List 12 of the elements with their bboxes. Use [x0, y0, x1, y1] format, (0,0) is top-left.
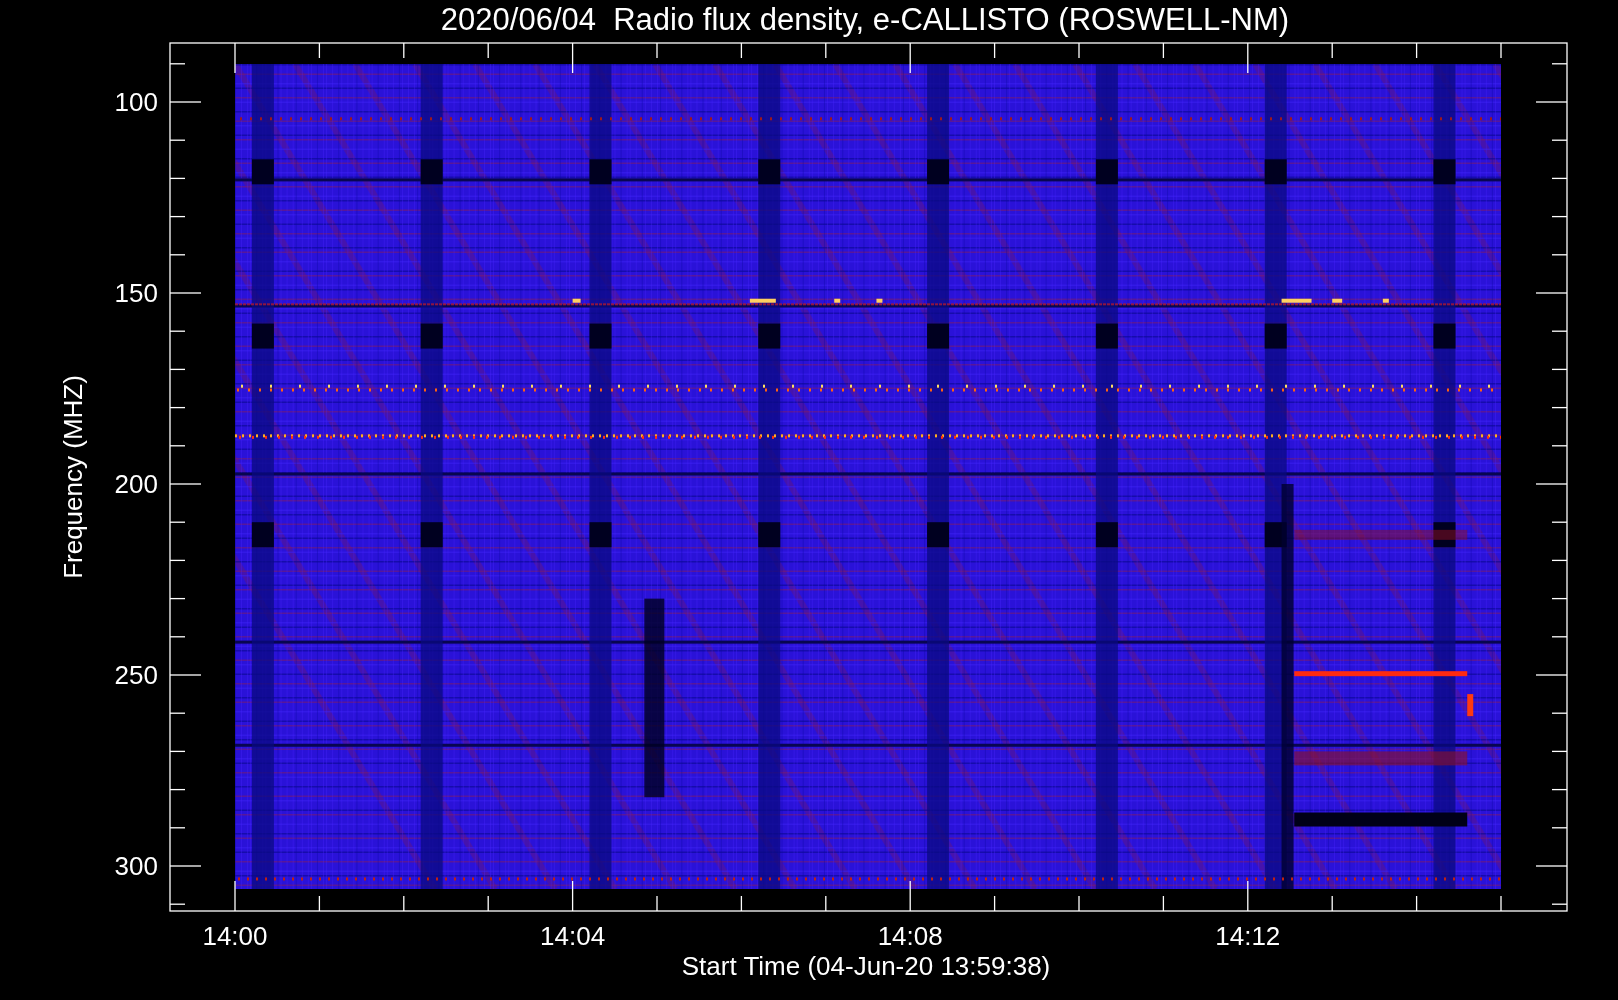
chart-title: 2020/06/04 Radio flux density, e-CALLISTO (ROSWELL-NM) [440, 2, 1290, 37]
y-tick-label: 150 [114, 278, 158, 308]
x-tick-label: 14:08 [877, 921, 943, 951]
y-axis-label: Frequency (MHZ) [58, 375, 88, 579]
x-tick-label: 14:00 [202, 921, 268, 951]
x-tick-label: 14:12 [1215, 921, 1281, 951]
y-tick-label: 200 [114, 469, 158, 499]
y-tick-label: 250 [114, 660, 158, 690]
x-axis-label: Start Time (04-Jun-20 13:59:38) [681, 951, 1051, 981]
x-tick-label: 14:04 [540, 921, 606, 951]
y-tick-label: 300 [114, 851, 158, 881]
y-tick-label: 100 [114, 87, 158, 117]
